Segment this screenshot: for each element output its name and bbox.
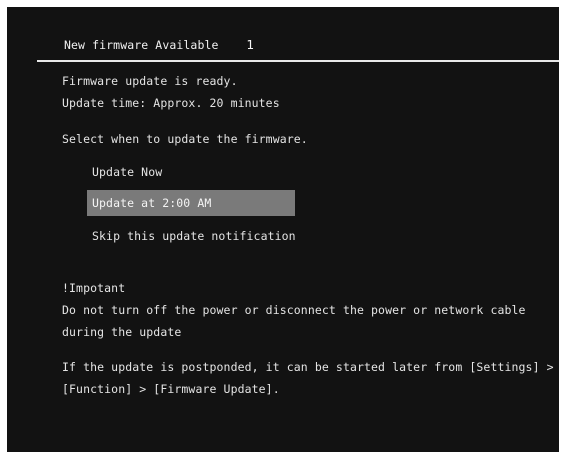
select-prompt: Select when to update the firmware. — [62, 132, 308, 146]
option-update-at-2am[interactable]: Update at 2:00 AM — [87, 190, 295, 216]
option-label: Skip this update notification — [92, 229, 296, 243]
postpone-note-line-2: [Function] > [Firmware Update]. — [62, 382, 280, 396]
notification-count: 1 — [246, 38, 255, 52]
info-ready-text: Firmware update is ready. — [62, 74, 238, 88]
important-line-1: Do not turn off the power or disconnect … — [62, 303, 526, 317]
dialog-title: New firmware Available — [64, 38, 219, 52]
header-divider — [37, 60, 559, 62]
option-update-now[interactable]: Update Now — [87, 159, 162, 185]
firmware-update-dialog: New firmware Available 1 Firmware update… — [7, 7, 559, 452]
option-label: Update at 2:00 AM — [92, 196, 212, 210]
option-skip-notification[interactable]: Skip this update notification — [87, 223, 296, 249]
important-heading: !Impotant — [62, 281, 126, 295]
info-time-text: Update time: Approx. 20 minutes — [62, 96, 280, 110]
option-label: Update Now — [92, 165, 163, 179]
dialog-header: New firmware Available 1 — [64, 38, 254, 52]
postpone-note-line-1: If the update is postponded, it can be s… — [62, 360, 554, 374]
important-line-2: during the update — [62, 325, 182, 339]
